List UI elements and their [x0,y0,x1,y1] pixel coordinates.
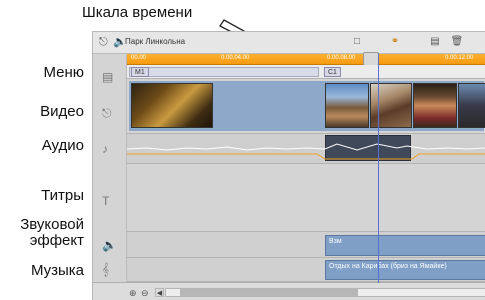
camera-icon[interactable]: ⎋ [99,36,108,48]
title-track-icon[interactable]: T [102,194,109,208]
label-menu: Меню [43,64,84,81]
label-music: Музыка [30,262,84,279]
video-clip-thumbnail[interactable] [131,83,213,128]
music-clip-label: Отдых на Карибах (бриз на Ямайке) [329,263,447,270]
scroll-left-button[interactable]: ◀ [155,288,164,297]
zoom-in-icon[interactable]: ⊕ [129,288,137,299]
menu-marker-m1[interactable]: M1 [131,67,149,77]
music-track-icon[interactable]: 𝄞 [102,262,109,276]
timeline-toolbar: ⎋ 🔈 Парк Линкольна □ ⚭ ▤ 🗑 [93,32,485,54]
mic-icon[interactable]: ⚭ [387,35,403,49]
video-track[interactable] [127,79,485,134]
menu-bar [129,67,319,77]
label-titles: Титры [41,187,84,204]
zoom-out-icon[interactable]: ⊖ [141,288,149,299]
trash-icon[interactable]: 🗑 [449,35,465,49]
audio-waveform [127,143,485,160]
timeline-callout: Шкала времени [82,4,193,21]
timeline-bottom-bar: ⊕ ⊖ ◀ [93,282,485,300]
menu-marker-c1[interactable]: C1 [324,67,341,77]
title-track[interactable] [127,164,485,232]
film-icon[interactable]: ▤ [427,35,443,49]
audio-track[interactable] [127,134,485,164]
ruler-tick: 0.00.08.00 [327,55,356,61]
sound-effect-track[interactable]: Взм [127,232,485,258]
video-clip-thumbnail[interactable] [370,83,412,128]
ruler-tick: 0.00.04.00 [221,55,250,61]
horizontal-scrollbar[interactable] [165,288,485,297]
ruler-tick: 0.00.12.00 [445,55,474,61]
playhead-scrubber[interactable] [363,52,379,66]
project-title: Парк Линкольна [125,37,186,46]
timeline-panel: ⎋ 🔈 Парк Линкольна □ ⚭ ▤ 🗑 00.00 0.00.04… [92,31,485,300]
video-clip-thumbnail[interactable] [413,83,457,128]
menu-track-icon[interactable]: ▤ [102,70,113,84]
menu-track[interactable]: M1 C1 [127,65,485,79]
label-video: Видео [40,103,84,120]
video-clip-thumbnail[interactable] [325,83,369,128]
video-clip-thumbnail[interactable] [458,83,485,128]
playhead-line[interactable] [378,53,379,283]
sound-effect-clip[interactable]: Взм [325,235,485,256]
ruler-tick: 00.00 [131,55,147,61]
music-track[interactable]: Отдых на Карибах (бриз на Ямайке) [127,258,485,282]
sound-effect-clip-label: Взм [329,238,342,245]
label-audio: Аудио [41,137,84,154]
track-header-column: ▤ ⎋ ♪ T 🔈 𝄞 [93,54,127,292]
scrollbar-thumb[interactable] [180,289,358,296]
music-clip[interactable]: Отдых на Карибах (бриз на Ямайке) [325,260,485,280]
label-sfx-line2: эффект [29,232,84,249]
audio-track-icon[interactable]: ♪ [102,142,108,156]
video-track-icon[interactable]: ⎋ [102,106,112,120]
time-ruler[interactable]: 00.00 0.00.04.00 0.00.08.00 0.00.12.00 [127,54,485,65]
label-sfx-line1: Звуковой [20,216,84,233]
sfx-track-icon[interactable]: 🔈 [102,238,117,252]
marker-icon[interactable]: □ [349,35,365,49]
